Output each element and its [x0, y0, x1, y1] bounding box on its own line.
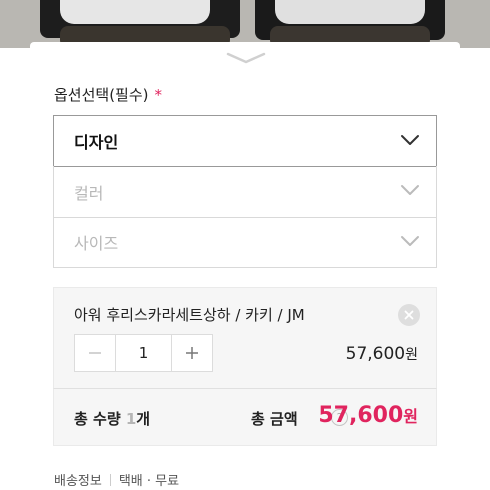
shipping-info: 배송정보 택배 · 무료 — [54, 470, 179, 489]
color-select[interactable]: 컬러 — [53, 166, 437, 218]
chevron-down-icon — [401, 185, 419, 195]
remove-item-button[interactable] — [398, 304, 420, 326]
decrease-quantity-button[interactable] — [75, 335, 115, 371]
total-quantity: 총 수량 1개 — [74, 408, 150, 429]
item-price-currency: 원 — [405, 347, 418, 363]
color-select-placeholder: 컬러 — [74, 183, 104, 203]
size-select[interactable]: 사이즈 — [53, 217, 437, 268]
design-select[interactable]: 디자인 — [53, 115, 437, 167]
total-quantity-value: 1 — [125, 410, 137, 428]
selected-item-name: 아워 후리스카라세트상하 / 카키 / JM — [74, 306, 305, 324]
plus-icon — [186, 347, 198, 359]
total-amount-value: 57,600 — [318, 403, 404, 428]
total-quantity-label: 총 수량 — [74, 410, 121, 428]
chevron-down-icon — [401, 135, 419, 145]
sheet-collapse-handle-icon[interactable] — [224, 50, 268, 66]
total-amount-label: 총 금액 — [251, 410, 298, 428]
design-select-value: 디자인 — [74, 133, 119, 152]
shipping-info-value: 택배 · 무료 — [118, 474, 180, 489]
shipping-info-label: 배송정보 — [54, 474, 102, 489]
photo-shirt — [60, 0, 210, 24]
quantity-stepper: 1 — [74, 334, 213, 372]
divider — [109, 474, 111, 486]
total-amount: 57,600원 — [318, 403, 418, 428]
minus-icon — [89, 352, 101, 354]
order-total-summary: 총 수량 1개 총 금액 ? 57,600원 — [53, 388, 437, 446]
product-photo — [0, 0, 490, 48]
total-quantity-unit: 개 — [136, 410, 151, 428]
size-select-placeholder: 사이즈 — [74, 234, 119, 253]
required-mark: * — [154, 86, 163, 104]
quantity-input[interactable]: 1 — [115, 335, 172, 371]
close-icon — [404, 310, 414, 320]
total-amount-currency: 원 — [403, 407, 418, 426]
increase-quantity-button[interactable] — [172, 335, 212, 371]
option-section-title: 옵션선택(필수) * — [54, 84, 162, 105]
chevron-down-icon — [401, 236, 419, 246]
option-bottom-sheet: 옵션선택(필수) * 디자인 컬러 사이즈 아워 후리스카라세트상하 / 카키 /… — [30, 42, 460, 490]
photo-shirt — [275, 0, 425, 24]
selected-item-price: 57,600원 — [346, 344, 418, 364]
selected-item-card: 아워 후리스카라세트상하 / 카키 / JM 1 57,600원 — [53, 287, 437, 389]
option-title-text: 옵션선택(필수) — [54, 86, 149, 104]
item-price-amount: 57,600 — [345, 344, 406, 364]
